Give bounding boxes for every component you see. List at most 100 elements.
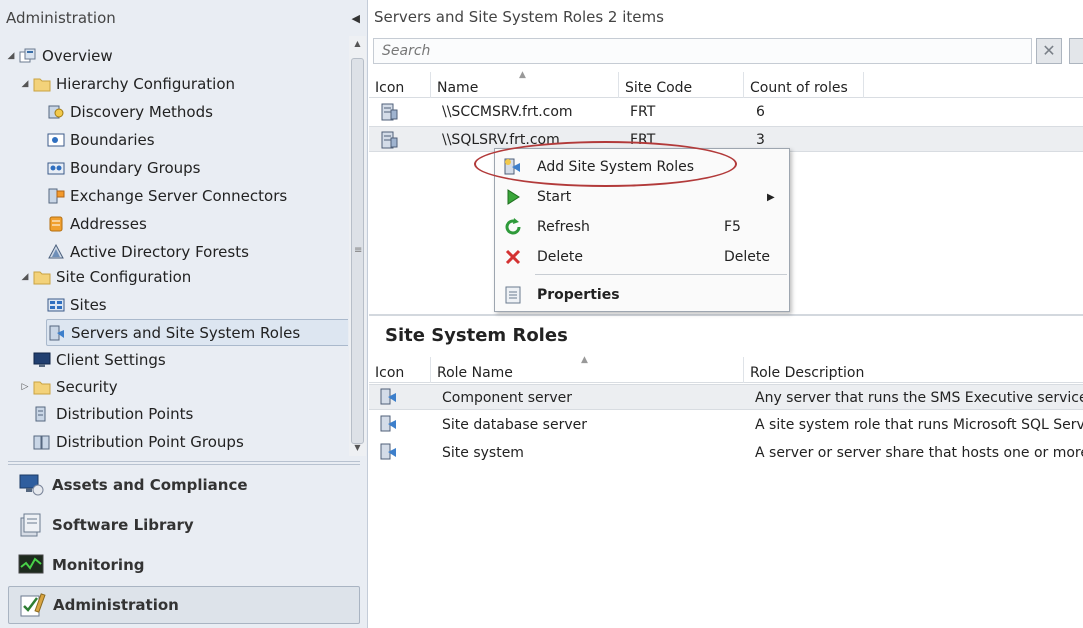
menu-item-shortcut: Delete	[724, 249, 770, 265]
overview-icon	[18, 47, 38, 65]
servers-grid-header: Icon Name Site Code Count of roles ▲	[369, 70, 1083, 98]
assets-icon	[16, 471, 46, 499]
tree-item-label: Distribution Points	[56, 405, 194, 423]
nav-title: Administration	[6, 9, 116, 27]
context-menu: Add Site System Roles Start ▶ Refresh F5…	[494, 148, 790, 312]
tree-item-distribution-point-groups[interactable]: Distribution Point Groups	[32, 430, 244, 454]
tree-item-boundary-groups[interactable]: Boundary Groups	[46, 156, 201, 180]
role-row[interactable]: Component server Any server that runs th…	[369, 384, 1083, 410]
menu-item-properties[interactable]: Properties	[495, 281, 789, 309]
tree-item-client-settings[interactable]: Client Settings	[32, 348, 166, 372]
addresses-icon	[46, 215, 66, 233]
tree-item-servers-and-site-system-roles[interactable]: Servers and Site System Roles	[46, 319, 348, 346]
scrollbar-thumb[interactable]: ≡	[351, 58, 364, 444]
menu-item-shortcut: F5	[724, 219, 741, 235]
menu-item-label: Add Site System Roles	[537, 159, 695, 175]
tree-item-overview[interactable]: ◢ Overview	[4, 44, 113, 68]
folder-icon	[32, 268, 52, 286]
role-name: Site database server	[442, 417, 588, 433]
boundaries-icon	[46, 131, 66, 149]
role-description: Any server that runs the SMS Executive s…	[755, 390, 1083, 406]
tree-item-label: Boundary Groups	[70, 159, 201, 177]
tree-item-label: Discovery Methods	[70, 103, 213, 121]
scroll-down-icon[interactable]: ▼	[349, 440, 366, 456]
exchange-icon	[46, 187, 66, 205]
workspace-monitoring[interactable]: Monitoring	[8, 546, 360, 584]
tree-item-label: Security	[56, 378, 118, 396]
roles-grid-header: Icon Role Name Role Description ▲	[369, 355, 1083, 383]
role-name: Site system	[442, 445, 524, 461]
workspace-administration[interactable]: Administration	[8, 586, 360, 624]
role-icon	[379, 443, 399, 469]
site-code: FRT	[630, 104, 656, 120]
menu-item-refresh[interactable]: Refresh F5	[495, 213, 789, 241]
expanded-icon[interactable]: ◢	[4, 51, 18, 61]
menu-item-delete[interactable]: Delete Delete	[495, 243, 789, 271]
role-row[interactable]: Site database server A site system role …	[369, 412, 1083, 438]
tree-item-distribution-points[interactable]: Distribution Points	[32, 402, 193, 426]
column-header-role-description[interactable]: Role Description	[744, 357, 1083, 383]
workspace-label: Software Library	[52, 516, 194, 534]
distribution-point-groups-icon	[32, 433, 52, 451]
tree-item-hierarchy-configuration[interactable]: ◢ Hierarchy Configuration	[18, 72, 235, 96]
details-pane-splitter[interactable]	[369, 314, 1083, 316]
column-header-icon[interactable]: Icon	[369, 72, 431, 98]
main-pane: Servers and Site System Roles 2 items Se…	[369, 0, 1083, 628]
role-row[interactable]: Site system A server or server share tha…	[369, 440, 1083, 466]
menu-separator	[535, 274, 787, 275]
collapsed-icon[interactable]: ▷	[18, 382, 32, 392]
configuration-manager-window: Administration ◀ ◢ Overview ◢ Hierarchy …	[0, 0, 1083, 628]
tree-item-boundaries[interactable]: Boundaries	[46, 128, 155, 152]
tree-item-security[interactable]: ▷ Security	[18, 375, 118, 399]
software-library-icon	[16, 511, 46, 539]
menu-item-label: Properties	[537, 287, 620, 303]
role-icon	[379, 415, 399, 441]
menu-item-start[interactable]: Start ▶	[495, 183, 789, 211]
monitoring-icon	[16, 551, 46, 579]
search-options-button[interactable]	[1069, 38, 1083, 64]
menu-item-add-site-system-roles[interactable]: Add Site System Roles	[495, 153, 789, 181]
tree-item-sites[interactable]: Sites	[46, 293, 107, 317]
scroll-up-icon[interactable]: ▲	[349, 36, 366, 52]
search-input[interactable]: Search	[373, 38, 1032, 64]
collapse-pane-button[interactable]: ◀	[352, 12, 360, 25]
sort-ascending-icon: ▲	[519, 70, 526, 80]
workspace-software-library[interactable]: Software Library	[8, 506, 360, 544]
tree-item-label: Client Settings	[56, 351, 166, 369]
table-row[interactable]: \\SCCMSRV.frt.com FRT 6	[369, 99, 1083, 125]
tree-item-discovery-methods[interactable]: Discovery Methods	[46, 100, 213, 124]
discovery-icon	[46, 103, 66, 121]
role-description: A server or server share that hosts one …	[755, 445, 1083, 461]
pane-splitter[interactable]	[8, 461, 360, 465]
navigation-tree: ◢ Overview ◢ Hierarchy Configuration Dis…	[4, 42, 348, 460]
tree-item-label: Overview	[42, 47, 113, 65]
page-title: Servers and Site System Roles 2 items	[374, 8, 664, 26]
tree-item-addresses[interactable]: Addresses	[46, 212, 147, 236]
tree-item-site-configuration[interactable]: ◢ Site Configuration	[18, 265, 192, 289]
tree-item-label: Hierarchy Configuration	[56, 75, 235, 93]
column-header-site-code[interactable]: Site Code	[619, 72, 744, 98]
tree-item-exchange-server-connectors[interactable]: Exchange Server Connectors	[46, 184, 287, 208]
menu-item-label: Delete	[537, 249, 583, 265]
tree-item-label: Sites	[70, 296, 107, 314]
column-header-icon[interactable]: Icon	[369, 357, 431, 383]
clear-search-button[interactable]: ✕	[1036, 38, 1062, 64]
expanded-icon[interactable]: ◢	[18, 79, 32, 89]
tree-item-label: Servers and Site System Roles	[71, 323, 301, 342]
role-icon	[379, 388, 399, 414]
workspace-assets-and-compliance[interactable]: Assets and Compliance	[8, 466, 360, 504]
nav-header: Administration ◀	[0, 0, 368, 36]
add-roles-icon	[503, 157, 523, 177]
administration-icon	[17, 591, 47, 619]
column-header-count-of-roles[interactable]: Count of roles	[744, 72, 864, 98]
tree-item-label: Site Configuration	[56, 268, 192, 286]
delete-icon	[503, 247, 523, 267]
properties-icon	[503, 285, 523, 305]
tree-item-active-directory-forests[interactable]: Active Directory Forests	[46, 240, 249, 264]
server-roles-icon	[47, 324, 67, 342]
boundary-groups-icon	[46, 159, 66, 177]
role-description: A site system role that runs Microsoft S…	[755, 417, 1083, 433]
tree-scrollbar[interactable]: ▲ ≡ ▼	[349, 36, 366, 456]
server-name: \\SCCMSRV.frt.com	[442, 104, 573, 120]
expanded-icon[interactable]: ◢	[18, 272, 32, 282]
